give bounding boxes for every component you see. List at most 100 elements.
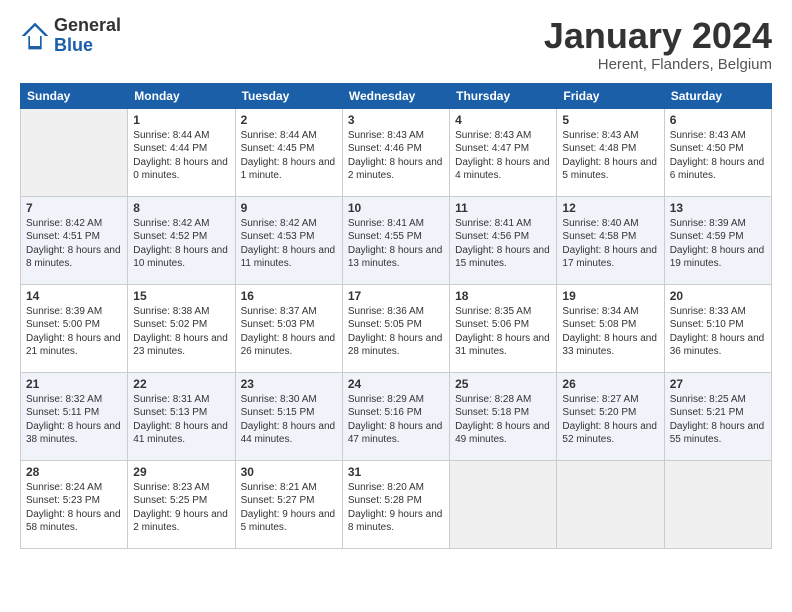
header-friday: Friday [557,83,664,108]
calendar-cell: 11 Sunrise: 8:41 AMSunset: 4:56 PMDayligh… [450,196,557,284]
day-detail: Sunrise: 8:43 AMSunset: 4:48 PMDaylight:… [562,130,657,182]
day-detail: Sunrise: 8:37 AMSunset: 5:03 PMDaylight:… [241,306,336,358]
day-detail: Sunrise: 8:41 AMSunset: 4:56 PMDaylight:… [455,218,550,270]
calendar-cell: 6 Sunrise: 8:43 AMSunset: 4:50 PMDaylight… [664,108,771,196]
day-detail: Sunrise: 8:31 AMSunset: 5:13 PMDaylight:… [133,394,228,446]
header-sunday: Sunday [21,83,128,108]
day-number: 19 [562,289,658,303]
logo-blue-text: Blue [54,36,121,56]
day-detail: Sunrise: 8:21 AMSunset: 5:27 PMDaylight:… [241,482,336,534]
day-detail: Sunrise: 8:32 AMSunset: 5:11 PMDaylight:… [26,394,121,446]
day-number: 4 [455,113,551,127]
day-detail: Sunrise: 8:43 AMSunset: 4:50 PMDaylight:… [670,130,765,182]
day-detail: Sunrise: 8:38 AMSunset: 5:02 PMDaylight:… [133,306,228,358]
day-number: 12 [562,201,658,215]
day-detail: Sunrise: 8:20 AMSunset: 5:28 PMDaylight:… [348,482,443,534]
week-row-4: 21 Sunrise: 8:32 AMSunset: 5:11 PMDayligh… [21,372,772,460]
week-row-2: 7Sunrise: 8:42 AMSunset: 4:51 PMDaylight… [21,196,772,284]
day-number: 15 [133,289,229,303]
calendar-cell: 25 Sunrise: 8:28 AMSunset: 5:18 PMDayligh… [450,372,557,460]
day-number: 14 [26,289,122,303]
day-number: 25 [455,377,551,391]
day-number: 23 [241,377,337,391]
week-row-3: 14 Sunrise: 8:39 AMSunset: 5:00 PMDayligh… [21,284,772,372]
calendar-cell: 22 Sunrise: 8:31 AMSunset: 5:13 PMDayligh… [128,372,235,460]
day-detail: Sunrise: 8:44 AMSunset: 4:45 PMDaylight:… [241,130,336,182]
day-detail: Sunrise: 8:40 AMSunset: 4:58 PMDaylight:… [562,218,657,270]
calendar-cell: 9Sunrise: 8:42 AMSunset: 4:53 PMDaylight… [235,196,342,284]
calendar-cell: 2 Sunrise: 8:44 AMSunset: 4:45 PMDaylight… [235,108,342,196]
calendar-cell: 30Sunrise: 8:21 AMSunset: 5:27 PMDayligh… [235,460,342,548]
day-detail: Sunrise: 8:24 AMSunset: 5:23 PMDaylight:… [26,482,121,534]
calendar-cell: 15 Sunrise: 8:38 AMSunset: 5:02 PMDayligh… [128,284,235,372]
day-number: 5 [562,113,658,127]
calendar-cell: 12 Sunrise: 8:40 AMSunset: 4:58 PMDayligh… [557,196,664,284]
header-saturday: Saturday [664,83,771,108]
day-number: 2 [241,113,337,127]
calendar-cell [664,460,771,548]
day-detail: Sunrise: 8:29 AMSunset: 5:16 PMDaylight:… [348,394,443,446]
logo: General Blue [20,16,121,56]
day-number: 1 [133,113,229,127]
page: General Blue January 2024 Herent, Flande… [0,0,792,612]
header: General Blue January 2024 Herent, Flande… [20,16,772,73]
day-detail: Sunrise: 8:42 AMSunset: 4:53 PMDaylight:… [241,218,336,270]
day-detail: Sunrise: 8:35 AMSunset: 5:06 PMDaylight:… [455,306,550,358]
weekday-header-row: Sunday Monday Tuesday Wednesday Thursday… [21,83,772,108]
day-number: 18 [455,289,551,303]
calendar-cell: 18 Sunrise: 8:35 AMSunset: 5:06 PMDayligh… [450,284,557,372]
logo-icon [20,21,50,51]
day-detail: Sunrise: 8:28 AMSunset: 5:18 PMDaylight:… [455,394,550,446]
day-detail: Sunrise: 8:39 AMSunset: 5:00 PMDaylight:… [26,306,121,358]
day-detail: Sunrise: 8:34 AMSunset: 5:08 PMDaylight:… [562,306,657,358]
calendar-cell: 16 Sunrise: 8:37 AMSunset: 5:03 PMDayligh… [235,284,342,372]
title-block: January 2024 Herent, Flanders, Belgium [544,16,772,73]
day-number: 27 [670,377,766,391]
day-number: 21 [26,377,122,391]
day-detail: Sunrise: 8:33 AMSunset: 5:10 PMDaylight:… [670,306,765,358]
calendar-cell: 27Sunrise: 8:25 AMSunset: 5:21 PMDayligh… [664,372,771,460]
day-detail: Sunrise: 8:30 AMSunset: 5:15 PMDaylight:… [241,394,336,446]
day-number: 20 [670,289,766,303]
location-subtitle: Herent, Flanders, Belgium [544,56,772,73]
day-number: 10 [348,201,444,215]
day-detail: Sunrise: 8:41 AMSunset: 4:55 PMDaylight:… [348,218,443,270]
day-number: 29 [133,465,229,479]
calendar-cell: 21 Sunrise: 8:32 AMSunset: 5:11 PMDayligh… [21,372,128,460]
day-number: 16 [241,289,337,303]
calendar-cell: 20 Sunrise: 8:33 AMSunset: 5:10 PMDayligh… [664,284,771,372]
day-number: 22 [133,377,229,391]
day-number: 13 [670,201,766,215]
day-number: 31 [348,465,444,479]
week-row-1: 1Sunrise: 8:44 AMSunset: 4:44 PMDaylight… [21,108,772,196]
calendar-cell: 7Sunrise: 8:42 AMSunset: 4:51 PMDaylight… [21,196,128,284]
calendar-cell: 1Sunrise: 8:44 AMSunset: 4:44 PMDaylight… [128,108,235,196]
calendar-cell: 28 Sunrise: 8:24 AMSunset: 5:23 PMDayligh… [21,460,128,548]
calendar-cell: 14 Sunrise: 8:39 AMSunset: 5:00 PMDayligh… [21,284,128,372]
day-detail: Sunrise: 8:39 AMSunset: 4:59 PMDaylight:… [670,218,765,270]
day-number: 6 [670,113,766,127]
calendar-cell: 26Sunrise: 8:27 AMSunset: 5:20 PMDayligh… [557,372,664,460]
header-thursday: Thursday [450,83,557,108]
calendar-cell: 3 Sunrise: 8:43 AMSunset: 4:46 PMDaylight… [342,108,449,196]
week-row-5: 28 Sunrise: 8:24 AMSunset: 5:23 PMDayligh… [21,460,772,548]
calendar-cell [450,460,557,548]
day-number: 11 [455,201,551,215]
calendar-cell: 4Sunrise: 8:43 AMSunset: 4:47 PMDaylight… [450,108,557,196]
day-number: 28 [26,465,122,479]
logo-text: General Blue [54,16,121,56]
logo-general-text: General [54,16,121,36]
calendar-cell [21,108,128,196]
calendar-cell: 13 Sunrise: 8:39 AMSunset: 4:59 PMDayligh… [664,196,771,284]
calendar-cell: 5 Sunrise: 8:43 AMSunset: 4:48 PMDaylight… [557,108,664,196]
day-number: 24 [348,377,444,391]
day-number: 8 [133,201,229,215]
day-number: 17 [348,289,444,303]
day-number: 7 [26,201,122,215]
calendar-cell [557,460,664,548]
calendar-cell: 31 Sunrise: 8:20 AMSunset: 5:28 PMDayligh… [342,460,449,548]
day-detail: Sunrise: 8:43 AMSunset: 4:46 PMDaylight:… [348,130,443,182]
day-number: 3 [348,113,444,127]
day-detail: Sunrise: 8:27 AMSunset: 5:20 PMDaylight:… [562,394,657,446]
day-detail: Sunrise: 8:36 AMSunset: 5:05 PMDaylight:… [348,306,443,358]
